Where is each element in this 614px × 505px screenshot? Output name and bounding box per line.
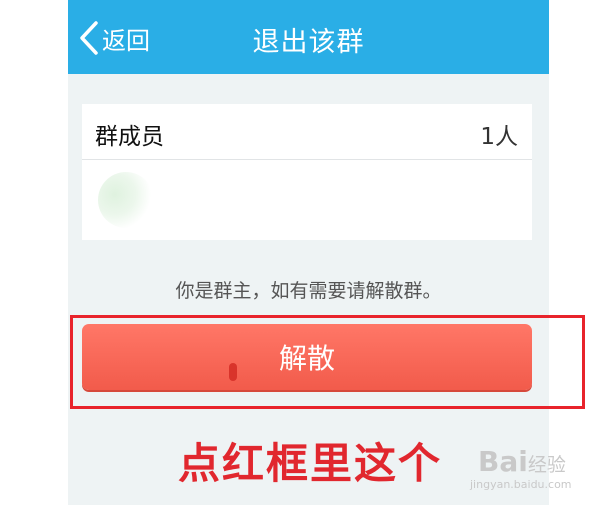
members-label: 群成员 (95, 124, 164, 150)
group-members-row[interactable]: 群成员 1人 (82, 104, 532, 160)
watermark-logo: Bai (478, 445, 528, 478)
page-title: 退出该群 (252, 27, 365, 58)
members-count: 1人 (480, 124, 518, 150)
annotation-caption: 点红框里这个 (178, 439, 443, 488)
red-highlight-box (70, 315, 585, 409)
title-bar: 返回 退出该群 (68, 0, 549, 74)
group-info-card: 群成员 1人 (82, 104, 532, 240)
baidu-watermark: Bai经验 (478, 445, 566, 478)
watermark-text: 经验 (527, 454, 566, 476)
owner-notice: 你是群主，如有需要请解散群。 (175, 280, 442, 302)
watermark-url: jingyan.baidu.com (470, 478, 572, 491)
member-avatar[interactable] (98, 172, 154, 228)
